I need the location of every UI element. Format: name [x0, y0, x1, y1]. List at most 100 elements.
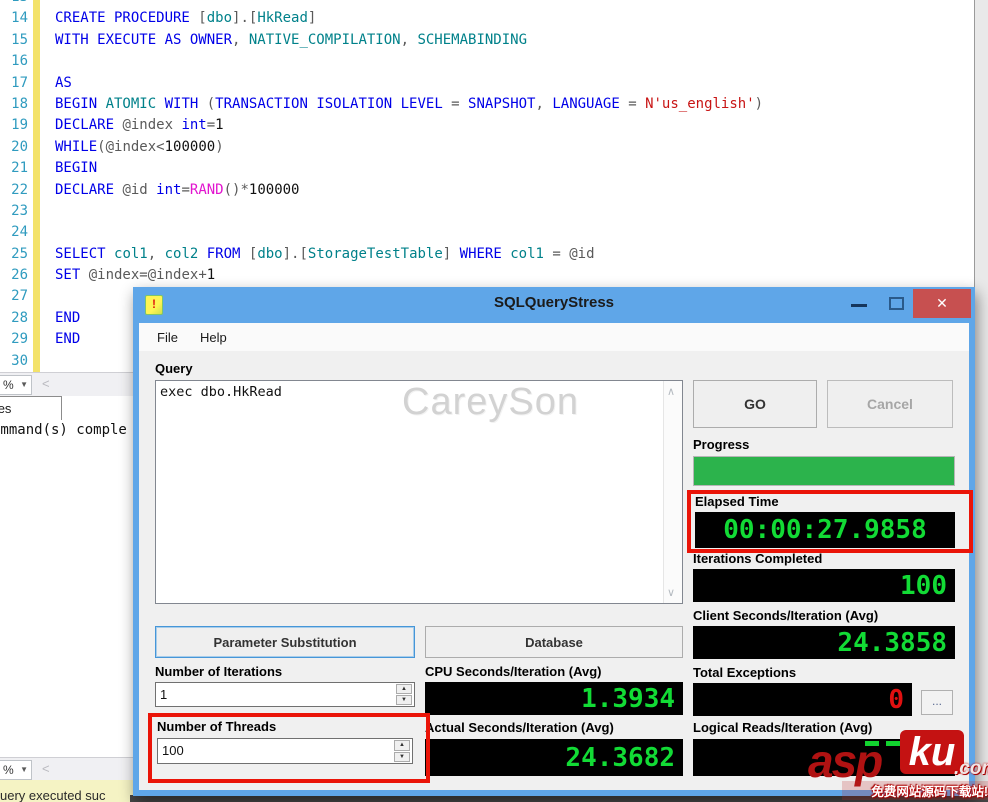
line-number: 23	[11, 202, 28, 219]
client-seconds-display: 24.3858	[693, 626, 955, 659]
line-number: 24	[11, 224, 28, 241]
query-scrollbar[interactable]: ∧ ∨	[663, 381, 682, 603]
total-exceptions-display: 0	[693, 683, 912, 716]
status-bar-text: uery executed suc	[0, 788, 106, 802]
chevron-down-icon: ▼	[20, 765, 28, 774]
line-number: 25	[11, 245, 28, 262]
menu-help[interactable]: Help	[189, 330, 238, 345]
cpu-seconds-label: CPU Seconds/Iteration (Avg)	[425, 664, 602, 679]
menu-bar: File Help	[139, 323, 969, 351]
code-line: 15 WITH EXECUTE AS OWNER, NATIVE_COMPILAT…	[0, 32, 974, 53]
line-number: 20	[11, 138, 28, 155]
maximize-button[interactable]	[885, 295, 911, 313]
zoom-level-dropdown-2[interactable]: % ▼	[0, 760, 32, 780]
code-line: 18 BEGIN ATOMIC WITH (TRANSACTION ISOLATI…	[0, 96, 974, 117]
line-number: 26	[11, 267, 28, 284]
zoom-level-value: %	[3, 378, 14, 392]
spin-up-icon[interactable]: ▲	[396, 684, 412, 694]
code-line: 20 WHILE(@index<100000)	[0, 139, 974, 160]
progress-label: Progress	[693, 437, 750, 452]
code-line: 13	[0, 0, 974, 10]
minimize-icon	[851, 304, 867, 307]
line-number: 30	[11, 352, 28, 369]
dialog-client-area: Query exec dbo.HkRead CareySon ∧ ∨ GO Ca…	[139, 351, 973, 790]
threads-spin-buttons[interactable]: ▲ ▼	[394, 740, 410, 762]
scroll-down-icon[interactable]: ∨	[667, 586, 675, 599]
code-line: 17 AS	[0, 75, 974, 96]
actual-seconds-label: Actual Seconds/Iteration (Avg)	[425, 720, 614, 735]
threads-value: 100	[162, 743, 184, 758]
progress-fill	[694, 457, 954, 485]
progress-bar	[693, 456, 955, 486]
spin-down-icon[interactable]: ▼	[396, 695, 412, 705]
code-line: 24	[0, 224, 974, 245]
query-label: Query	[155, 361, 193, 376]
tab-messages-label: essages	[0, 401, 12, 416]
line-number: 15	[11, 31, 28, 48]
exceptions-more-button[interactable]: ...	[921, 690, 953, 715]
screenshot-stage: 13 14CREATE PROCEDURE [dbo].[HkRead]15WIT…	[0, 0, 988, 802]
zoom-level-dropdown[interactable]: % ▼	[0, 375, 32, 395]
iterations-completed-label: Iterations Completed	[693, 551, 823, 566]
line-number: 27	[11, 288, 28, 305]
total-exceptions-label: Total Exceptions	[693, 665, 797, 680]
number-of-iterations-label: Number of Iterations	[155, 664, 283, 679]
code-line: 22 DECLARE @id int=RAND()*100000	[0, 182, 974, 203]
line-number: 29	[11, 331, 28, 348]
number-of-threads-input[interactable]: 100 ▲ ▼	[157, 738, 413, 764]
actual-seconds-display: 24.3682	[425, 739, 683, 776]
chevron-down-icon: ▼	[20, 380, 28, 389]
code-line: 21 BEGIN	[0, 160, 974, 181]
line-number: 21	[11, 160, 28, 177]
code-line: 14 CREATE PROCEDURE [dbo].[HkRead]	[0, 10, 974, 31]
elapsed-time-display: 00:00:27.9858	[695, 512, 955, 548]
line-number: 16	[11, 53, 28, 70]
line-number: 22	[11, 181, 28, 198]
line-number: 28	[11, 309, 28, 326]
number-of-iterations-input[interactable]: 1 ▲ ▼	[155, 682, 415, 707]
iterations-spin-buttons[interactable]: ▲ ▼	[396, 684, 412, 705]
spin-down-icon[interactable]: ▼	[394, 751, 410, 762]
query-input[interactable]: exec dbo.HkRead CareySon ∧ ∨	[155, 380, 683, 604]
code-line: 25 SELECT col1, col2 FROM [dbo].[StorageT…	[0, 246, 974, 267]
number-of-threads-label: Number of Threads	[157, 719, 277, 734]
code-line: 19 DECLARE @index int=1	[0, 117, 974, 138]
close-icon: ✕	[936, 295, 948, 311]
title-bar[interactable]: ! SQLQueryStress ✕	[133, 287, 975, 323]
iterations-value: 1	[160, 687, 168, 702]
tab-messages[interactable]: essages	[0, 396, 62, 420]
line-number: 17	[11, 74, 28, 91]
close-button[interactable]: ✕	[913, 289, 971, 318]
cpu-seconds-display: 1.3934	[425, 682, 683, 715]
scroll-up-icon[interactable]: ∧	[667, 385, 675, 398]
query-text: exec dbo.HkRead	[160, 384, 282, 400]
aspku-watermark: asp ku .com 免费网站源码下载站!	[808, 728, 988, 802]
line-number: 19	[11, 117, 28, 134]
hscroll-left-icon[interactable]: <	[42, 761, 50, 776]
code-line: 16	[0, 53, 974, 74]
maximize-icon	[889, 297, 904, 310]
parameter-substitution-button[interactable]: Parameter Substitution	[155, 626, 415, 658]
menu-file[interactable]: File	[146, 330, 189, 345]
messages-output-text: ommand(s) comple	[0, 422, 127, 438]
go-button[interactable]: GO	[693, 380, 817, 428]
zoom-level-value-2: %	[3, 763, 14, 777]
minimize-button[interactable]	[847, 295, 873, 313]
code-line: 26 SET @index=@index+1	[0, 267, 974, 288]
hscroll-left-icon[interactable]: <	[42, 376, 50, 391]
line-number: 13	[0, 0, 28, 5]
aspku-com-text: .com	[954, 758, 988, 779]
database-button[interactable]: Database	[425, 626, 683, 658]
line-number: 18	[11, 95, 28, 112]
client-seconds-label: Client Seconds/Iteration (Avg)	[693, 608, 879, 623]
line-number: 14	[11, 10, 28, 27]
aspku-tagline: 免费网站源码下载站!	[842, 781, 988, 800]
aspku-asp-text: asp	[808, 735, 883, 787]
cancel-button[interactable]: Cancel	[827, 380, 953, 428]
spin-up-icon[interactable]: ▲	[394, 740, 410, 751]
iterations-completed-display: 100	[693, 569, 955, 602]
vertical-scrollbar-track[interactable]	[974, 0, 988, 796]
careyson-watermark: CareySon	[402, 381, 579, 423]
code-line: 23	[0, 203, 974, 224]
sqlquerystress-window: ! SQLQueryStress ✕ File Help Query exec …	[133, 287, 975, 796]
